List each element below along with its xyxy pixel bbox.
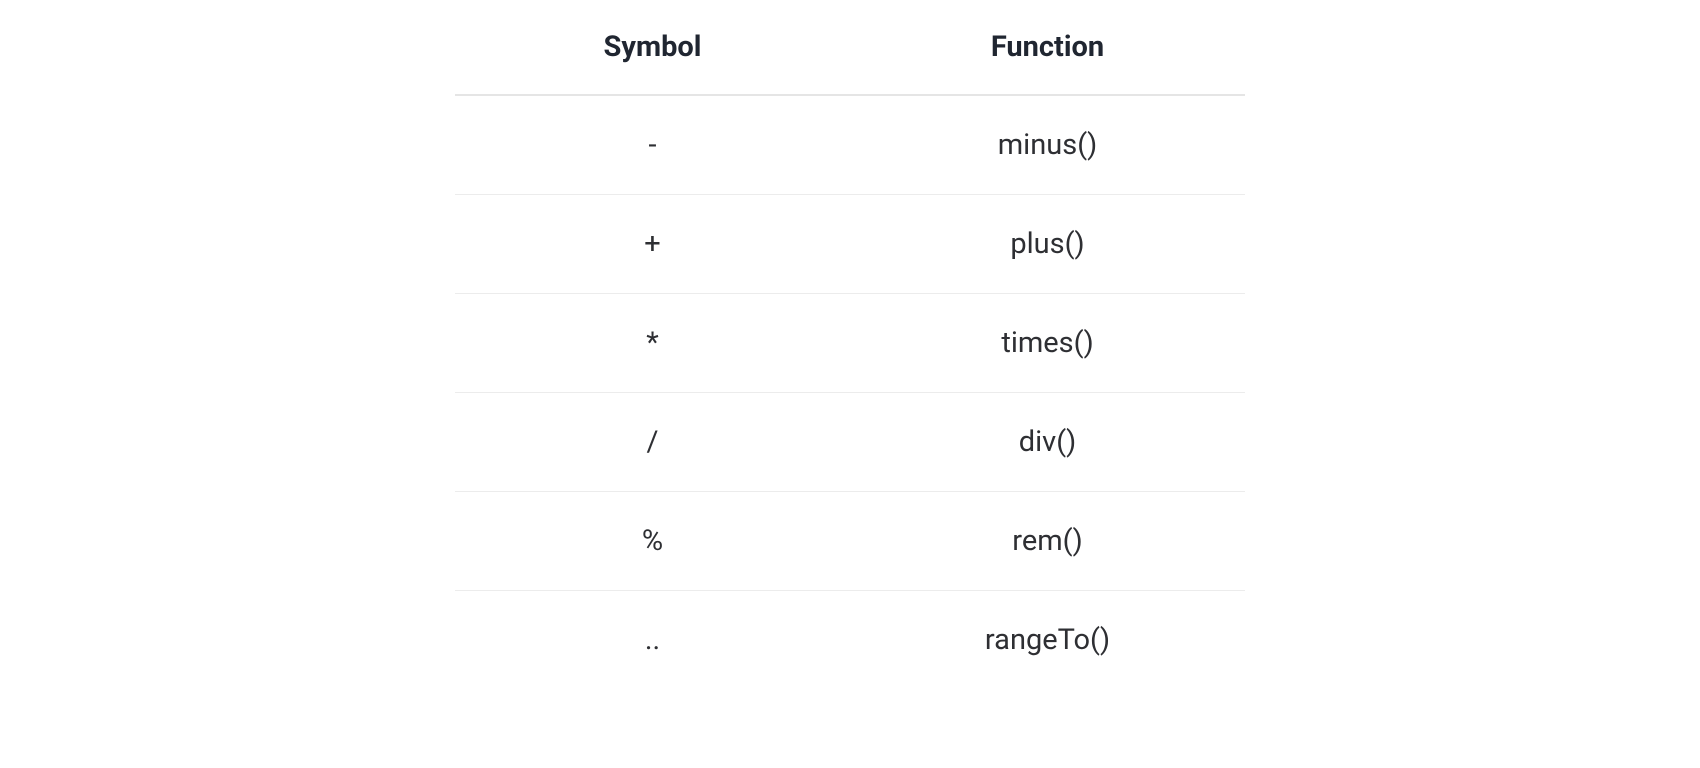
cell-function: plus() (850, 195, 1245, 294)
operator-function-table-container: Symbol Function - minus() + plus() * tim… (455, 18, 1245, 768)
cell-symbol: + (455, 195, 850, 294)
table-row: + plus() (455, 195, 1245, 294)
cell-function: times() (850, 294, 1245, 393)
cell-function: rem() (850, 492, 1245, 591)
table-row: - minus() (455, 95, 1245, 195)
cell-symbol: / (455, 393, 850, 492)
cell-function: minus() (850, 95, 1245, 195)
cell-function: div() (850, 393, 1245, 492)
cell-symbol: * (455, 294, 850, 393)
cell-function: rangeTo() (850, 591, 1245, 690)
header-function: Function (850, 18, 1245, 95)
table-row: * times() (455, 294, 1245, 393)
table-row: % rem() (455, 492, 1245, 591)
operator-function-table: Symbol Function - minus() + plus() * tim… (455, 18, 1245, 689)
table-row: / div() (455, 393, 1245, 492)
table-body: - minus() + plus() * times() / div() % r… (455, 95, 1245, 689)
table-row: .. rangeTo() (455, 591, 1245, 690)
cell-symbol: .. (455, 591, 850, 690)
header-symbol: Symbol (455, 18, 850, 95)
cell-symbol: % (455, 492, 850, 591)
table-header: Symbol Function (455, 18, 1245, 95)
cell-symbol: - (455, 95, 850, 195)
